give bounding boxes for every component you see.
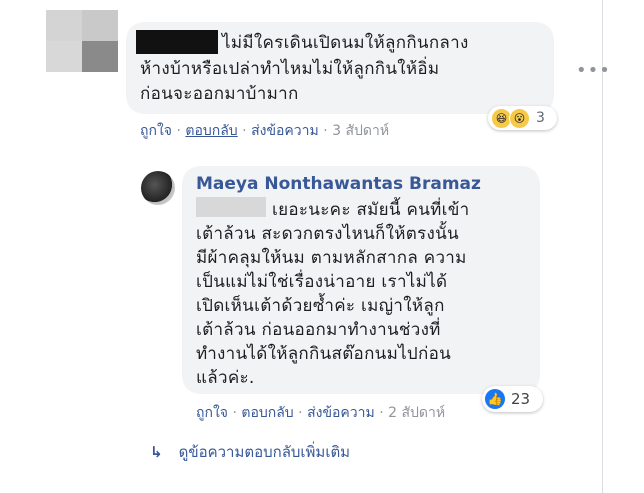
reaction-summary[interactable]: 😆 😮 3 — [488, 106, 557, 130]
message-link[interactable]: ส่งข้อความ — [251, 123, 319, 139]
reply-text-line: เยอะนะคะ สมัยนี้ คนที่เข้า — [272, 200, 470, 220]
reply-arrow-icon: ↳ — [150, 443, 163, 461]
like-link[interactable]: ถูกใจ — [196, 405, 228, 421]
avatar[interactable] — [141, 171, 175, 205]
redacted-author-name — [136, 30, 218, 54]
reply-text-line: เปิดเห็นเต้าด้วยซ้ำค่ะ เมญ่าให้ลูก — [196, 296, 445, 316]
timestamp[interactable]: 2 สัปดาห์ — [388, 405, 445, 421]
reply-link[interactable]: ตอบกลับ — [185, 123, 237, 139]
reaction-count: 23 — [511, 390, 531, 408]
reply-author-name[interactable]: Maeya Nonthawantas Bramaz — [196, 174, 481, 194]
comment-text-line: ไม่มีใครเดินเปิดนมให้ลูกกินกลาง — [222, 33, 469, 53]
wow-emoji-icon: 😮 — [509, 107, 530, 129]
redacted-mention — [196, 197, 266, 217]
reply-text-line: เต้าล้วน ก่อนออกมาทำงานช่วงที่ — [196, 320, 441, 340]
reply-text-line: แล้วค่ะ. — [196, 368, 255, 388]
avatar-blurred[interactable] — [46, 10, 118, 72]
reply-text-line: มีผ้าคลุมให้นม ตามหลักสากล ความ — [196, 248, 467, 268]
more-options-icon[interactable]: ••• — [576, 60, 611, 81]
comment-text-line: ห้างบ้าหรือเปล่าทำไหมไม่ให้ลูกกินให้อิ่ม — [140, 59, 440, 79]
view-more-replies-label[interactable]: ดูข้อความตอบกลับเพิ่มเติม — [179, 443, 351, 461]
timestamp[interactable]: 3 สัปดาห์ — [332, 123, 389, 139]
like-link[interactable]: ถูกใจ — [140, 123, 172, 139]
comment-actions: ถูกใจ · ตอบกลับ · ส่งข้อความ · 3 สัปดาห์ — [140, 123, 390, 139]
message-link[interactable]: ส่งข้อความ — [307, 405, 375, 421]
like-icon: 👍 — [485, 389, 505, 409]
reply-actions: ถูกใจ · ตอบกลับ · ส่งข้อความ · 2 สัปดาห์ — [196, 405, 446, 421]
reply-link[interactable]: ตอบกลับ — [241, 405, 293, 421]
reply-text-line: ทำงานได้ให้ลูกกินสต๊อกนมไปก่อน — [196, 344, 452, 364]
reaction-summary[interactable]: 👍 23 — [482, 386, 543, 412]
reply-text-line: เป็นแม่ไม่ใช่เรื่องน่าอาย เราไม่ได้ — [196, 272, 448, 292]
reply-text-line: เต้าล้วน สะดวกตรงไหนก็ให้ตรงนั้น — [196, 224, 459, 244]
comment-text-line: ก่อนจะออกมาบ้ามาก — [140, 84, 299, 104]
view-more-replies-link[interactable]: ↳ ดูข้อความตอบกลับเพิ่มเติม — [150, 440, 350, 464]
reaction-count: 3 — [536, 110, 545, 126]
